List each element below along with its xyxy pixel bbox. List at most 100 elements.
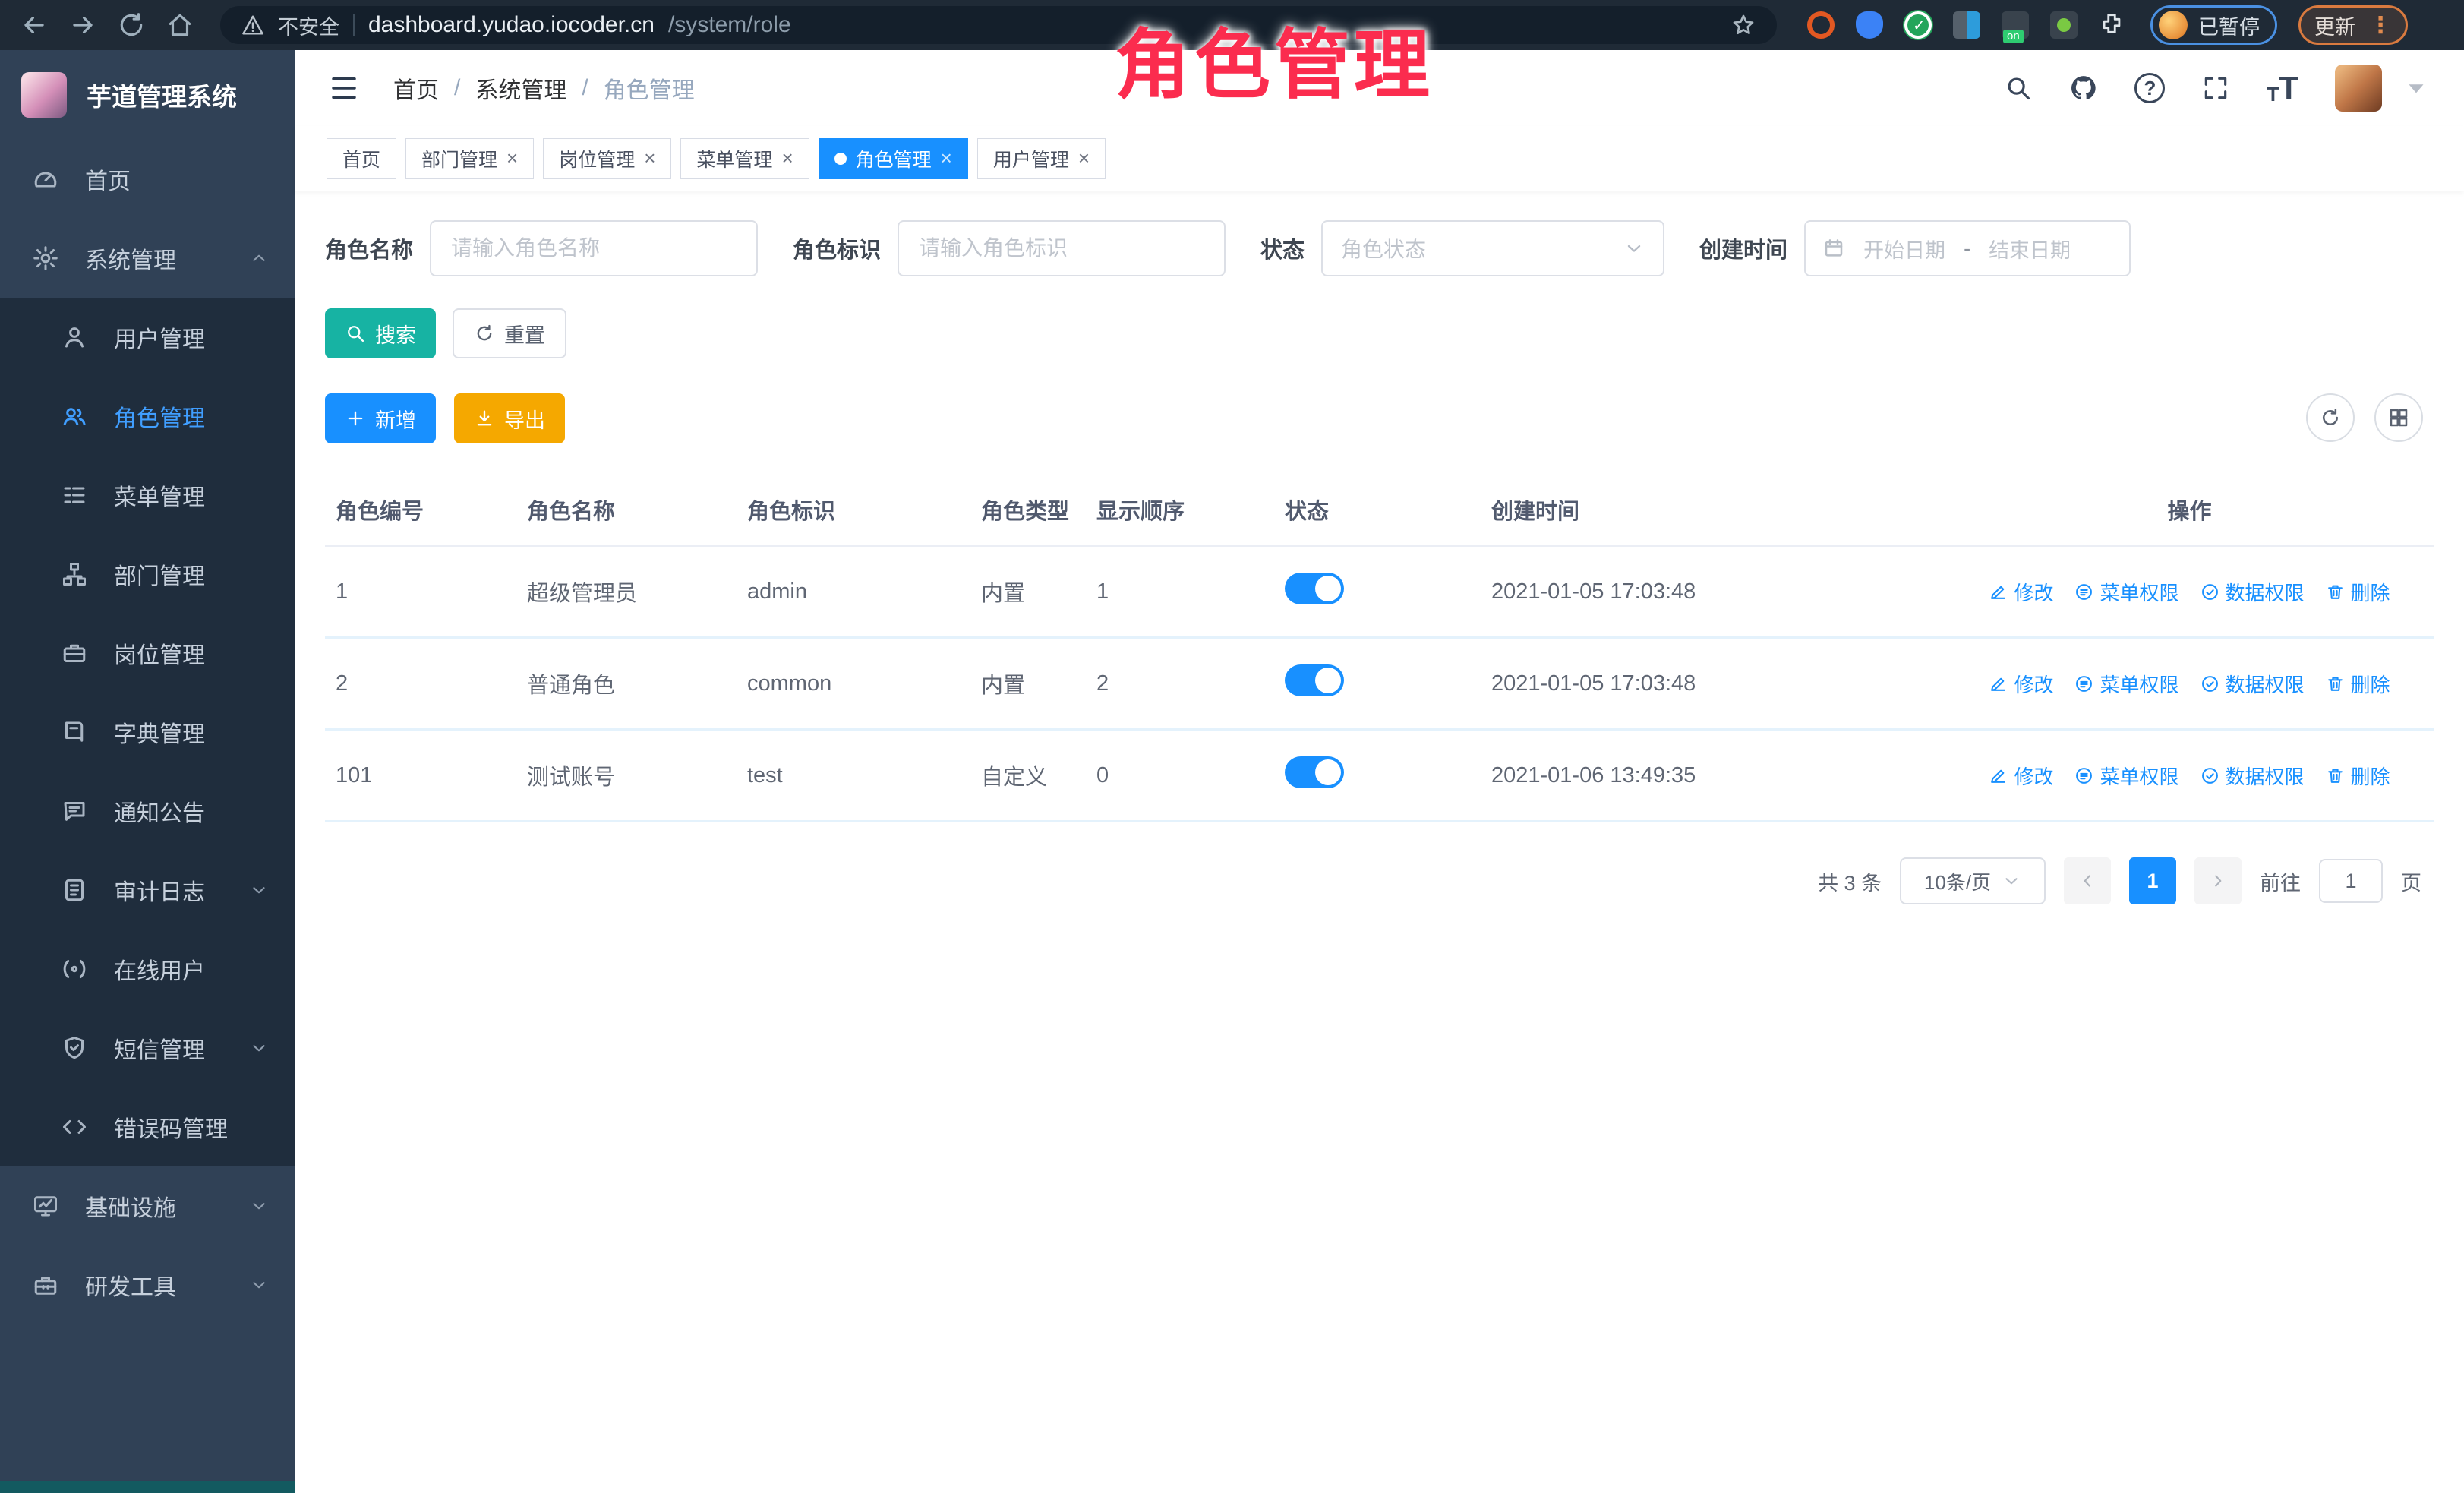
extensions-puzzle-icon[interactable] <box>2099 11 2125 40</box>
chevron-up-icon <box>249 248 269 268</box>
status-select[interactable]: 角色状态 <box>1321 220 1664 276</box>
cell-sort: 0 <box>1086 730 1274 822</box>
edit-link[interactable]: 修改 <box>1989 578 2053 606</box>
sidebar-item-system[interactable]: 系统管理 <box>0 219 295 298</box>
app-title: 芋道管理系统 <box>87 77 237 113</box>
page-size-select[interactable]: 10条/页 <box>1900 857 2046 904</box>
export-button[interactable]: 导出 <box>454 393 565 443</box>
sidebar-item-menus[interactable]: 菜单管理 <box>0 456 295 535</box>
fullscreen-icon[interactable] <box>2201 74 2230 103</box>
prev-page-button[interactable] <box>2064 857 2111 904</box>
sidebar-item-positions[interactable]: 岗位管理 <box>0 614 295 693</box>
header-role-type: 角色类型 <box>970 471 1086 546</box>
browser-menu-dots-icon[interactable] <box>2369 12 2392 39</box>
column-settings-button[interactable] <box>2374 393 2423 442</box>
avatar-caret-icon[interactable] <box>2402 74 2431 103</box>
chevron-down-icon <box>249 1038 269 1058</box>
dashboard-icon <box>32 166 59 193</box>
font-size-icon[interactable] <box>2267 72 2298 104</box>
sidebar-item-infrastructure[interactable]: 基础设施 <box>0 1166 295 1245</box>
edit-link[interactable]: 修改 <box>1989 762 2053 790</box>
role-key-input[interactable] <box>898 220 1226 276</box>
annotation-overlay-title: 角色管理 <box>1115 3 1434 113</box>
user-avatar[interactable] <box>2335 65 2382 112</box>
tab-home[interactable]: 首页 <box>327 138 396 179</box>
sidebar-item-dev-tools[interactable]: 研发工具 <box>0 1245 295 1324</box>
delete-link[interactable]: 删除 <box>2326 670 2390 698</box>
reset-button[interactable]: 重置 <box>453 308 566 358</box>
close-icon[interactable] <box>941 147 952 170</box>
sidebar-item-roles[interactable]: 角色管理 <box>0 377 295 456</box>
breadcrumb-home[interactable]: 首页 <box>393 71 439 105</box>
delete-link[interactable]: 删除 <box>2326 578 2390 606</box>
jump-page-input[interactable] <box>2319 859 2383 903</box>
extensions-area <box>1807 11 2125 40</box>
close-icon[interactable] <box>781 147 793 170</box>
data-permission-link[interactable]: 数据权限 <box>2201 670 2305 698</box>
menu-permission-link[interactable]: 菜单权限 <box>2074 670 2178 698</box>
tab-menus[interactable]: 菜单管理 <box>680 138 809 179</box>
role-name-input[interactable] <box>430 220 758 276</box>
help-icon[interactable] <box>2134 73 2165 103</box>
table-tools <box>2306 393 2423 442</box>
breadcrumb-system[interactable]: 系统管理 <box>475 71 566 105</box>
extension-on-badge-icon[interactable] <box>2002 11 2029 39</box>
close-icon[interactable] <box>1078 147 1090 170</box>
sidebar-item-online-users[interactable]: 在线用户 <box>0 930 295 1008</box>
menu-permission-link[interactable]: 菜单权限 <box>2074 578 2178 606</box>
sidebar-item-sms[interactable]: 短信管理 <box>0 1008 295 1087</box>
sidebar-item-dictionary[interactable]: 字典管理 <box>0 693 295 772</box>
menu-permission-link[interactable]: 菜单权限 <box>2074 762 2178 790</box>
browser-update-button[interactable]: 更新 <box>2298 5 2408 45</box>
monitor-icon <box>32 1192 59 1220</box>
delete-link[interactable]: 删除 <box>2326 762 2390 790</box>
browser-forward-icon[interactable] <box>68 11 97 39</box>
extension-check-icon[interactable] <box>1904 11 1932 39</box>
date-end-placeholder: 结束日期 <box>1989 234 2071 264</box>
extension-grid-icon[interactable] <box>1953 11 1980 39</box>
tab-roles-active[interactable]: 角色管理 <box>819 138 968 179</box>
toolbox-icon <box>32 1271 59 1299</box>
search-button[interactable]: 搜索 <box>325 308 436 358</box>
sidebar-item-audit-log[interactable]: 审计日志 <box>0 851 295 930</box>
current-page-button[interactable]: 1 <box>2129 857 2176 904</box>
profile-paused-chip[interactable]: 已暂停 <box>2150 5 2277 45</box>
search-icon[interactable] <box>2004 74 2033 103</box>
github-icon[interactable] <box>2069 74 2098 103</box>
add-button[interactable]: 新增 <box>325 393 436 443</box>
status-toggle-on[interactable] <box>1285 664 1344 696</box>
address-bar[interactable]: 不安全 dashboard.yudao.iocoder.cn /system/r… <box>220 6 1777 44</box>
tab-users[interactable]: 用户管理 <box>977 138 1106 179</box>
extension-drop-icon[interactable] <box>1856 11 1883 39</box>
refresh-icon <box>2319 406 2342 429</box>
sidebar-collapse-icon[interactable] <box>328 72 360 104</box>
sidebar-item-users[interactable]: 用户管理 <box>0 298 295 377</box>
data-permission-link[interactable]: 数据权限 <box>2201 762 2305 790</box>
bookmark-star-icon[interactable] <box>1731 13 1756 37</box>
next-page-button[interactable] <box>2194 857 2242 904</box>
gear-icon <box>32 245 59 272</box>
tab-positions[interactable]: 岗位管理 <box>543 138 671 179</box>
edit-link[interactable]: 修改 <box>1989 670 2053 698</box>
extension-ring-icon[interactable] <box>1807 11 1835 39</box>
browser-reload-icon[interactable] <box>117 11 146 39</box>
close-icon[interactable] <box>644 147 655 170</box>
data-permission-icon <box>2201 582 2219 601</box>
refresh-table-button[interactable] <box>2306 393 2355 442</box>
sidebar-item-error-codes[interactable]: 错误码管理 <box>0 1087 295 1166</box>
status-toggle-on[interactable] <box>1285 573 1344 604</box>
browser-home-icon[interactable] <box>166 11 194 39</box>
sidebar-item-departments[interactable]: 部门管理 <box>0 535 295 614</box>
date-range-separator: - <box>1964 237 1970 260</box>
tab-departments[interactable]: 部门管理 <box>405 138 534 179</box>
edit-icon <box>1989 582 2008 601</box>
extension-bug-icon[interactable] <box>2050 11 2078 39</box>
sidebar-item-notices[interactable]: 通知公告 <box>0 772 295 851</box>
row-actions: 修改 菜单权限 数据权限 删除 <box>1956 578 2423 606</box>
status-toggle-on[interactable] <box>1285 756 1344 788</box>
close-icon[interactable] <box>506 147 518 170</box>
data-permission-link[interactable]: 数据权限 <box>2201 578 2305 606</box>
sidebar-item-home[interactable]: 首页 <box>0 140 295 219</box>
date-range-picker[interactable]: 开始日期 - 结束日期 <box>1804 220 2131 276</box>
browser-back-icon[interactable] <box>20 11 49 39</box>
